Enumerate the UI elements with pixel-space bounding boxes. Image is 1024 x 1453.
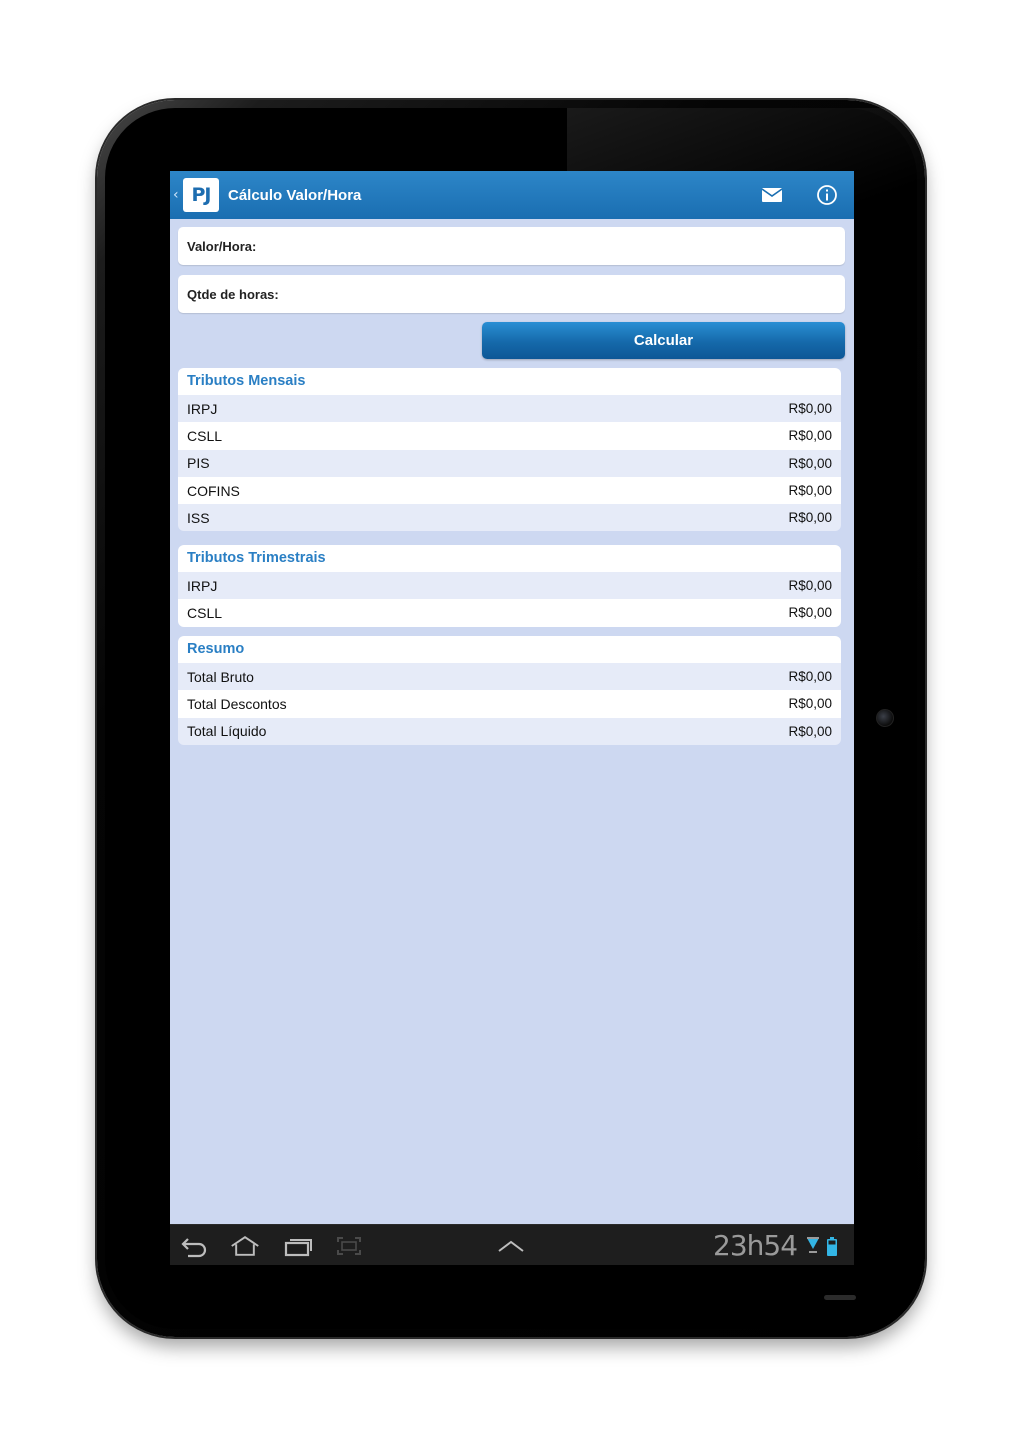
table-row: COFINS R$0,00 <box>178 476 841 505</box>
info-icon[interactable] <box>815 183 839 207</box>
section-title: Tributos Trimestrais <box>178 545 841 572</box>
home-icon[interactable] <box>230 1233 260 1259</box>
row-value: R$0,00 <box>788 723 832 739</box>
page-title: Cálculo Valor/Hora <box>228 186 362 204</box>
table-row: CSLL R$0,00 <box>178 422 841 450</box>
row-value: R$0,00 <box>788 483 832 499</box>
section-title: Tributos Mensais <box>178 368 841 395</box>
clock: 23h54 <box>713 1229 798 1262</box>
qtde-horas-field[interactable]: Qtde de horas: <box>178 275 845 313</box>
row-label: CSLL <box>187 427 223 444</box>
calcular-button[interactable]: Calcular <box>482 322 845 359</box>
row-label: Total Descontos <box>187 695 287 712</box>
battery-icon[interactable] <box>827 1237 837 1260</box>
screenshot-icon[interactable] <box>334 1233 364 1259</box>
row-label: COFINS <box>187 482 240 499</box>
row-label: IRPJ <box>187 577 218 594</box>
row-label: CSLL <box>187 604 223 621</box>
row-label: ISS <box>187 509 210 526</box>
screen: ‹ PJ Cálculo Valor/Hora Valor/Hora: Qtde… <box>170 171 854 1265</box>
row-value: R$0,00 <box>788 605 832 621</box>
row-label: Total Líquido <box>187 723 267 740</box>
row-value: R$0,00 <box>788 401 832 417</box>
valor-hora-label: Valor/Hora: <box>187 238 257 254</box>
row-value: R$0,00 <box>788 455 832 471</box>
app-logo[interactable]: PJ <box>183 178 219 212</box>
table-row: Total Bruto R$0,00 <box>178 663 841 691</box>
system-nav-bar: 23h54 <box>170 1224 854 1265</box>
row-label: Total Bruto <box>187 668 254 685</box>
wifi-icon[interactable] <box>807 1237 819 1259</box>
valor-hora-input[interactable] <box>262 231 845 261</box>
chevron-up-icon[interactable] <box>496 1233 526 1259</box>
valor-hora-field[interactable]: Valor/Hora: <box>178 227 845 265</box>
table-row: Total Descontos R$0,00 <box>178 690 841 718</box>
tributos-trimestrais-card: Tributos Trimestrais IRPJ R$0,00 CSLL R$… <box>178 545 841 627</box>
qtde-horas-input[interactable] <box>284 279 845 309</box>
camera-icon <box>876 709 894 727</box>
row-label: PIS <box>187 455 210 472</box>
action-bar: ‹ PJ Cálculo Valor/Hora <box>170 171 854 219</box>
speaker-grille <box>824 1295 856 1300</box>
section-title: Resumo <box>178 636 841 663</box>
table-row: ISS R$0,00 <box>178 504 841 532</box>
row-value: R$0,00 <box>788 696 832 712</box>
back-icon[interactable] <box>180 1233 210 1259</box>
resumo-card: Resumo Total Bruto R$0,00 Total Desconto… <box>178 636 841 745</box>
back-caret-icon[interactable]: ‹ <box>173 187 181 203</box>
recent-apps-icon[interactable] <box>283 1233 313 1259</box>
row-label: IRPJ <box>187 400 218 417</box>
tributos-mensais-card: Tributos Mensais IRPJ R$0,00 CSLL R$0,00… <box>178 368 841 532</box>
row-value: R$0,00 <box>788 669 832 685</box>
qtde-horas-label: Qtde de horas: <box>187 286 279 302</box>
table-row: IRPJ R$0,00 <box>178 395 841 423</box>
table-row: IRPJ R$0,00 <box>178 572 841 600</box>
mail-icon[interactable] <box>760 183 784 207</box>
row-value: R$0,00 <box>788 578 832 594</box>
row-value: R$0,00 <box>788 510 832 526</box>
table-row: PIS R$0,00 <box>178 449 841 477</box>
table-row: CSLL R$0,00 <box>178 599 841 627</box>
row-value: R$0,00 <box>788 428 832 444</box>
table-row: Total Líquido R$0,00 <box>178 717 841 745</box>
